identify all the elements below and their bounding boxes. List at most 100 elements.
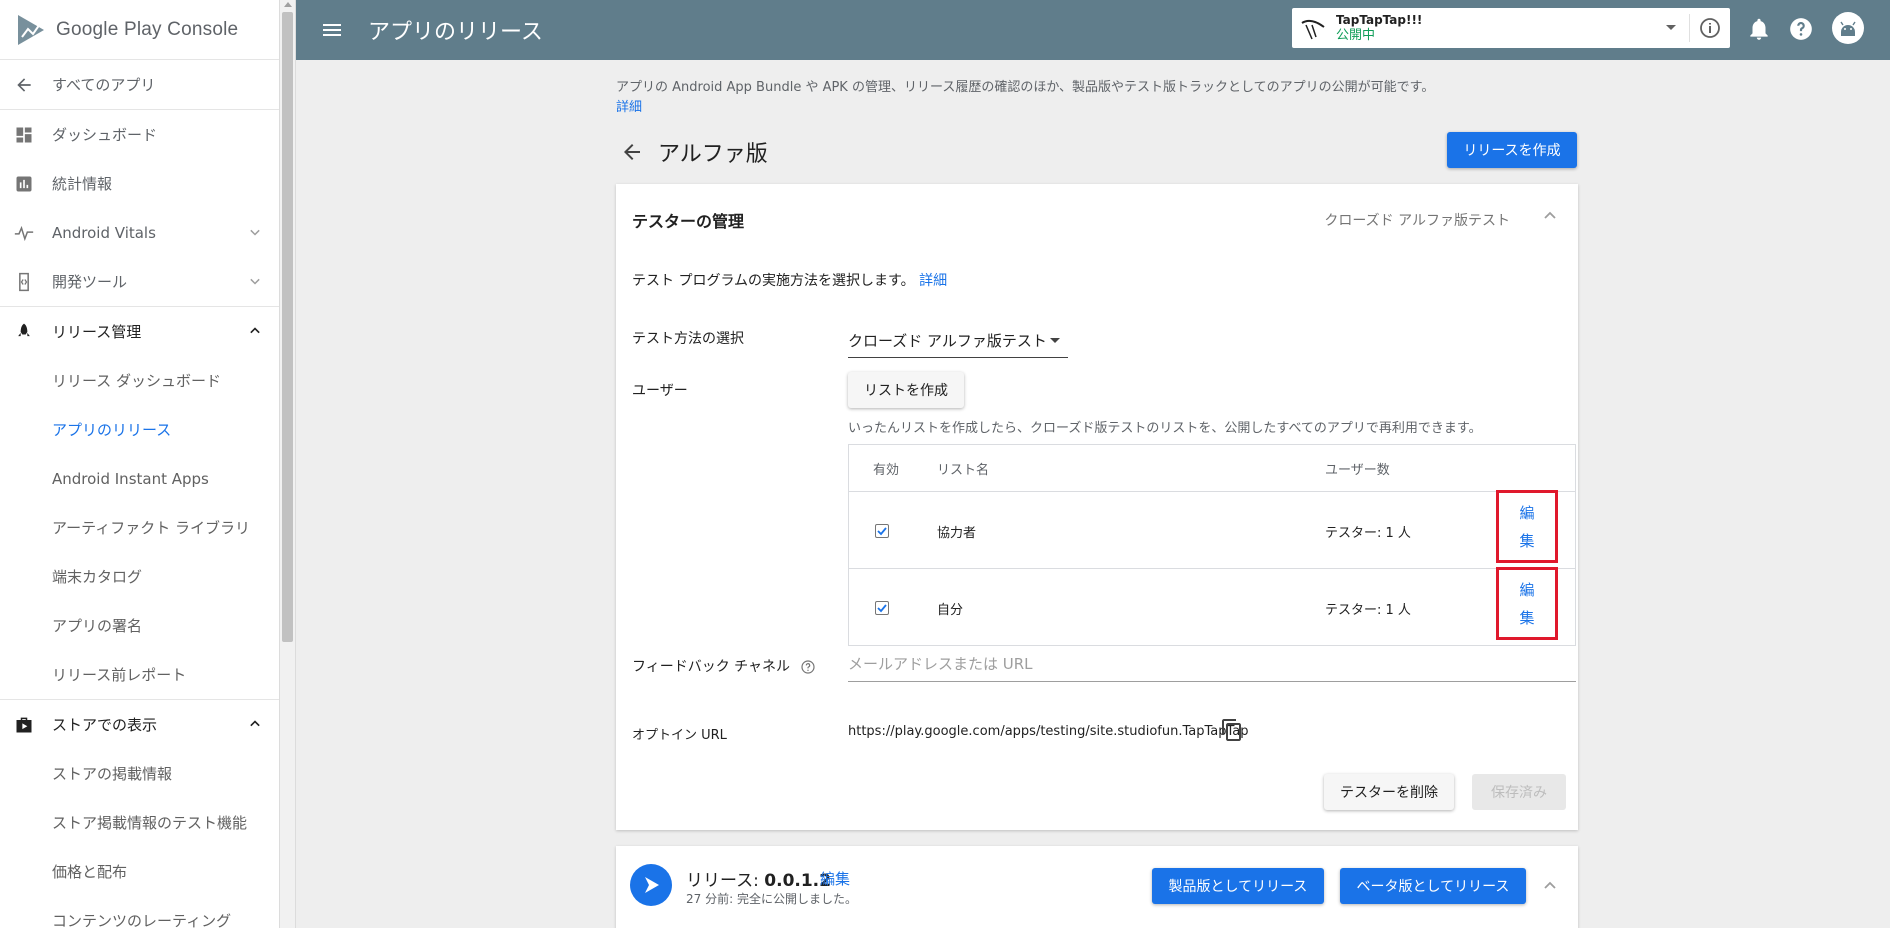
chevron-down-icon (250, 229, 260, 236)
app-status-badge: 公開中 (1336, 28, 1376, 43)
rocket-icon (12, 320, 36, 344)
nav-store-presence-label: ストアでの表示 (52, 716, 158, 734)
chevron-up-icon (250, 720, 260, 727)
edit-list-button[interactable]: 編 集 (1496, 567, 1558, 640)
dev-tools-icon (12, 270, 36, 294)
create-list-hint: いったんリストを作成したら、クローズド版テストのリストを、公開したすべてのアプリ… (848, 421, 1482, 436)
edit-label-part: 編 (1519, 504, 1535, 523)
chevron-up-icon[interactable] (1538, 874, 1562, 898)
nav-instant-apps[interactable]: Android Instant Apps (0, 454, 279, 503)
vitals-pulse-icon (12, 221, 36, 245)
nav-store-listing-experiments[interactable]: ストア掲載情報のテスト機能 (0, 798, 279, 847)
user-count-cell: テスター: 1 人 (1325, 526, 1411, 541)
test-method-select[interactable]: クローズド アルファ版テスト (848, 324, 1068, 358)
edit-label-part: 編 (1519, 581, 1535, 600)
edit-list-button[interactable]: 編 集 (1496, 490, 1558, 563)
edit-label-part: 集 (1519, 531, 1535, 550)
optin-url-value: https://play.google.com/apps/testing/sit… (848, 724, 1249, 739)
app-name: TapTapTap!!! (1336, 13, 1423, 27)
dashboard-icon (12, 123, 36, 147)
tester-list-table: 有効 リスト名 ユーザー数 協力者 テスター: 1 人 自分 テスター: 1 人 (848, 444, 1576, 646)
row-enabled-checkbox[interactable] (875, 524, 889, 538)
nav-dashboard-label: ダッシュボード (52, 126, 158, 144)
checkmark-icon (877, 527, 887, 536)
test-method-label: テスト方法の選択 (632, 331, 744, 347)
row-enabled-checkbox[interactable] (875, 601, 889, 615)
release-to-beta-button[interactable]: ベータ版としてリリース (1340, 868, 1526, 904)
nav-pre-launch-report[interactable]: リリース前レポート (0, 650, 279, 699)
nav-android-vitals-label: Android Vitals (52, 223, 156, 242)
nav-release-dashboard[interactable]: リリース ダッシュボード (0, 356, 279, 405)
hamburger-menu-icon[interactable] (320, 18, 344, 42)
page-title: アプリのリリース (368, 20, 543, 45)
app-selector[interactable]: TapTapTap!!! 公開中 (1292, 8, 1730, 48)
intro-learn-more-link[interactable]: 詳細 (616, 100, 642, 115)
main-content: アプリの Android App Bundle や APK の管理、リリース履歴… (296, 60, 1890, 928)
list-name-cell: 自分 (937, 603, 964, 618)
create-list-button[interactable]: リストを作成 (848, 372, 964, 408)
description-learn-more-link[interactable]: 詳細 (919, 273, 947, 289)
shopping-bag-icon (12, 713, 36, 737)
create-release-button[interactable]: リリースを作成 (1447, 132, 1577, 168)
help-icon[interactable] (800, 659, 816, 675)
nav-release-management-label: リリース管理 (52, 323, 142, 341)
nav-device-catalog[interactable]: 端末カタログ (0, 552, 279, 601)
nav-dashboard[interactable]: ダッシュボード (0, 110, 279, 159)
sidebar: Google Play Console すべてのアプリ ダッシュボード 統計情報… (0, 0, 280, 928)
table-row: 自分 テスター: 1 人 (849, 568, 1575, 645)
nav-statistics[interactable]: 統計情報 (0, 159, 279, 208)
nav-android-vitals[interactable]: Android Vitals (0, 208, 279, 257)
nav-app-releases[interactable]: アプリのリリース (0, 405, 279, 454)
help-icon[interactable] (1788, 16, 1814, 42)
track-title: アルファ版 (658, 142, 768, 167)
delete-testers-button[interactable]: テスターを削除 (1324, 774, 1454, 810)
chevron-up-icon[interactable] (1538, 204, 1562, 228)
release-to-production-button[interactable]: 製品版としてリリース (1152, 868, 1324, 904)
feedback-channel-input[interactable]: メールアドレスまたは URL (848, 646, 1576, 682)
feedback-placeholder: メールアドレスまたは URL (848, 655, 1033, 673)
brand-logo[interactable]: Google Play Console (0, 0, 279, 60)
feedback-channel-label: フィードバック チャネル (632, 656, 816, 676)
nav-all-apps[interactable]: すべてのアプリ (0, 60, 279, 109)
release-status-text: 27 分前: 完全に公開しました。 (686, 892, 857, 906)
nav-content-rating[interactable]: コンテンツのレーティング (0, 896, 279, 928)
copy-icon[interactable] (1220, 718, 1244, 742)
release-title-prefix: リリース: (686, 871, 765, 891)
user-count-cell: テスター: 1 人 (1325, 603, 1411, 618)
sidebar-scrollbar[interactable] (280, 0, 296, 928)
arrow-back-icon[interactable] (620, 140, 644, 164)
release-edit-link[interactable]: 編集 (820, 868, 850, 889)
scroll-up-arrow-icon[interactable] (284, 2, 292, 7)
card-title: テスターの管理 (632, 212, 745, 231)
divider (1689, 14, 1690, 42)
nav-pricing-distribution[interactable]: 価格と配布 (0, 847, 279, 896)
info-icon[interactable] (1698, 16, 1722, 40)
caret-down-icon[interactable] (1666, 25, 1676, 30)
saved-button: 保存済み (1472, 774, 1566, 810)
nav-store-listing[interactable]: ストアの掲載情報 (0, 749, 279, 798)
chevron-down-icon (250, 278, 260, 285)
nav-release-management[interactable]: リリース管理 (0, 307, 279, 356)
nav-all-apps-label: すべてのアプリ (52, 76, 156, 94)
nav-app-signing[interactable]: アプリの署名 (0, 601, 279, 650)
test-method-value: クローズド アルファ版テスト (848, 332, 1047, 350)
optin-url-label: オプトイン URL (632, 728, 727, 743)
users-label: ユーザー (632, 383, 688, 399)
card-description: テスト プログラムの実施方法を選択します。 詳細 (632, 270, 947, 290)
intro-text: アプリの Android App Bundle や APK の管理、リリース履歴… (616, 80, 1435, 95)
release-title: リリース: 0.0.1.2 (686, 866, 831, 891)
app-icon (1301, 19, 1325, 40)
account-avatar-icon[interactable] (1832, 12, 1864, 44)
bell-icon[interactable] (1746, 16, 1772, 42)
feedback-channel-label-text: フィードバック チャネル (632, 659, 791, 675)
caret-down-icon (1050, 338, 1060, 343)
scrollbar-thumb[interactable] (282, 12, 293, 642)
bar-chart-icon (12, 172, 36, 196)
release-card: リリース: 0.0.1.2 編集 27 分前: 完全に公開しました。 製品版とし… (616, 846, 1578, 928)
checkmark-icon (877, 604, 887, 613)
nav-dev-tools-label: 開発ツール (52, 273, 128, 291)
nav-artifact-library[interactable]: アーティファクト ライブラリ (0, 503, 279, 552)
play-console-logo-icon (18, 14, 44, 45)
nav-store-presence[interactable]: ストアでの表示 (0, 700, 279, 749)
nav-dev-tools[interactable]: 開発ツール (0, 257, 279, 306)
